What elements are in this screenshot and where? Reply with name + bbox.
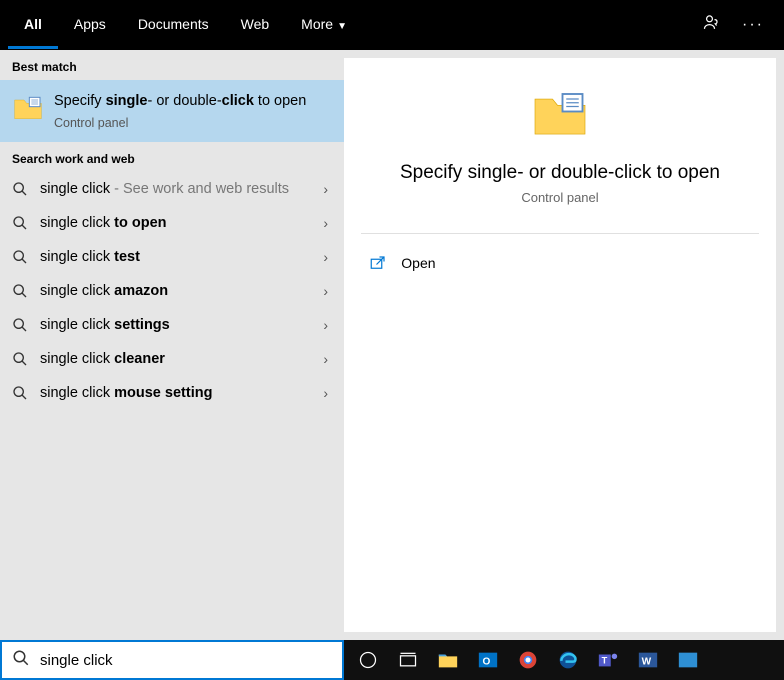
svg-text:O: O bbox=[483, 657, 491, 668]
suggestion-text: single click test bbox=[40, 249, 311, 265]
app-icon[interactable] bbox=[672, 644, 704, 676]
suggestion-item[interactable]: single click to open › bbox=[0, 206, 344, 240]
suggestion-item[interactable]: single click test › bbox=[0, 240, 344, 274]
chevron-right-icon: › bbox=[323, 283, 332, 299]
preview-subtitle: Control panel bbox=[521, 190, 598, 205]
tab-more[interactable]: More ▼ bbox=[285, 2, 363, 49]
chevron-right-icon: › bbox=[323, 351, 332, 367]
divider bbox=[361, 233, 758, 234]
chrome-icon[interactable] bbox=[512, 644, 544, 676]
preview-title: Specify single- or double-click to open bbox=[380, 162, 740, 184]
suggestion-item[interactable]: single click cleaner › bbox=[0, 342, 344, 376]
task-view-icon[interactable] bbox=[392, 644, 424, 676]
tab-apps[interactable]: Apps bbox=[58, 2, 122, 49]
search-icon bbox=[12, 249, 28, 265]
preview-folder-icon bbox=[530, 84, 590, 144]
chevron-down-icon: ▼ bbox=[337, 21, 347, 32]
teams-icon[interactable]: T bbox=[592, 644, 624, 676]
search-icon bbox=[12, 283, 28, 299]
suggestion-item[interactable]: single click settings › bbox=[0, 308, 344, 342]
file-explorer-icon[interactable] bbox=[432, 644, 464, 676]
more-options-icon[interactable]: ··· bbox=[742, 16, 764, 34]
suggestion-item[interactable]: single click mouse setting › bbox=[0, 376, 344, 410]
search-icon bbox=[12, 351, 28, 367]
tab-more-label: More bbox=[301, 16, 333, 32]
suggestion-text: single click mouse setting bbox=[40, 385, 311, 401]
search-icon bbox=[12, 215, 28, 231]
cortana-icon[interactable] bbox=[352, 644, 384, 676]
suggestion-text: single click settings bbox=[40, 317, 311, 333]
chevron-right-icon: › bbox=[323, 181, 332, 197]
chevron-right-icon: › bbox=[323, 215, 332, 231]
search-icon bbox=[12, 181, 28, 197]
header-actions: ··· bbox=[702, 13, 776, 38]
svg-text:T: T bbox=[602, 656, 608, 666]
chevron-right-icon: › bbox=[323, 249, 332, 265]
bottom-bar: O T W bbox=[0, 640, 784, 680]
tab-documents[interactable]: Documents bbox=[122, 2, 225, 49]
tab-list: All Apps Documents Web More ▼ bbox=[8, 2, 702, 49]
best-match-result[interactable]: Specify single- or double-click to open … bbox=[0, 80, 344, 142]
best-match-title: Specify single- or double-click to open bbox=[54, 92, 328, 112]
preview-panel: Specify single- or double-click to open … bbox=[344, 58, 776, 632]
results-left-panel: Best match Specify single- or double-cli… bbox=[0, 50, 344, 640]
best-match-text: Specify single- or double-click to open … bbox=[54, 92, 328, 130]
control-panel-folder-icon bbox=[12, 92, 44, 124]
tab-all[interactable]: All bbox=[8, 2, 58, 49]
search-icon bbox=[12, 649, 30, 672]
action-open[interactable]: Open bbox=[361, 244, 758, 282]
tab-web[interactable]: Web bbox=[225, 2, 286, 49]
best-match-header: Best match bbox=[0, 50, 344, 80]
search-icon bbox=[12, 385, 28, 401]
search-input[interactable] bbox=[40, 652, 332, 669]
taskbar: O T W bbox=[344, 640, 784, 680]
action-open-label: Open bbox=[401, 255, 435, 271]
outlook-icon[interactable]: O bbox=[472, 644, 504, 676]
chevron-right-icon: › bbox=[323, 317, 332, 333]
search-icon bbox=[12, 317, 28, 333]
feedback-icon[interactable] bbox=[702, 13, 722, 38]
search-web-header: Search work and web bbox=[0, 142, 344, 172]
word-icon[interactable]: W bbox=[632, 644, 664, 676]
search-box[interactable] bbox=[0, 640, 344, 680]
search-filter-tabs: All Apps Documents Web More ▼ ··· bbox=[0, 0, 784, 50]
open-icon bbox=[369, 254, 387, 272]
best-match-subtitle: Control panel bbox=[54, 116, 328, 130]
chevron-right-icon: › bbox=[323, 385, 332, 401]
search-results-main: Best match Specify single- or double-cli… bbox=[0, 50, 784, 640]
suggestion-text: single click to open bbox=[40, 215, 311, 231]
suggestion-text: single click amazon bbox=[40, 283, 311, 299]
suggestion-text: single click - See work and web results bbox=[40, 181, 311, 197]
svg-text:W: W bbox=[642, 657, 652, 668]
suggestion-item[interactable]: single click amazon › bbox=[0, 274, 344, 308]
suggestion-item[interactable]: single click - See work and web results › bbox=[0, 172, 344, 206]
suggestion-text: single click cleaner bbox=[40, 351, 311, 367]
edge-icon[interactable] bbox=[552, 644, 584, 676]
